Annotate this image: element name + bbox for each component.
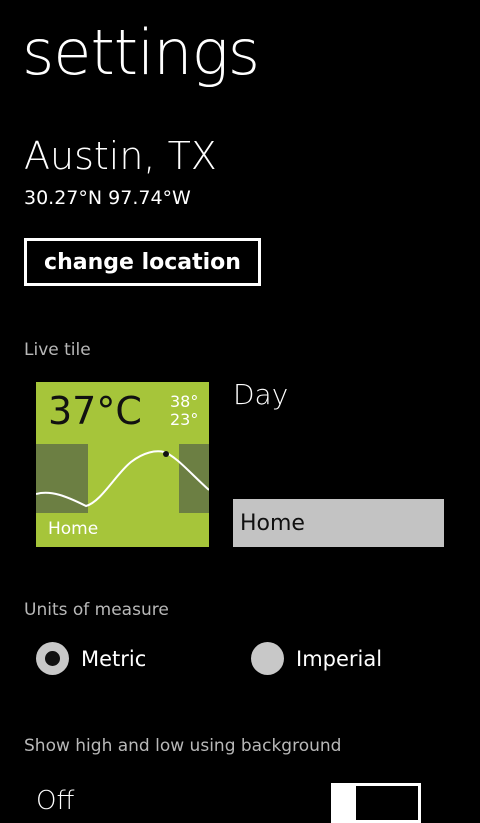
tile-mode-label[interactable]: Day xyxy=(233,381,288,409)
change-location-button[interactable]: change location xyxy=(24,238,261,286)
background-toggle-switch[interactable] xyxy=(331,783,421,823)
imperial-label: Imperial xyxy=(296,646,383,671)
tile-location-name: Home xyxy=(48,519,99,539)
live-tile-preview[interactable]: 37°C 38° 23° Home xyxy=(36,382,209,547)
night-band-right xyxy=(179,444,209,513)
background-section-label: Show high and low using background xyxy=(24,736,342,756)
location-coordinates: 30.27°N 97.74°W xyxy=(24,187,191,209)
page-title: settings xyxy=(22,16,260,89)
current-time-marker xyxy=(163,451,169,457)
imperial-radio[interactable]: Imperial xyxy=(251,642,382,675)
metric-radio[interactable]: Metric xyxy=(36,642,146,675)
live-tile-section-label: Live tile xyxy=(24,340,91,360)
units-section-label: Units of measure xyxy=(24,600,169,620)
toggle-state-label: Off xyxy=(36,786,75,816)
location-city: Austin, TX xyxy=(24,134,217,178)
metric-label: Metric xyxy=(81,646,147,671)
tile-low-temperature: 23° xyxy=(170,410,199,429)
toggle-thumb[interactable] xyxy=(334,783,356,823)
radio-checked-icon[interactable] xyxy=(36,642,69,675)
tile-temperature: 37°C xyxy=(48,389,142,433)
radio-unchecked-icon[interactable] xyxy=(251,642,284,675)
tile-high-temperature: 38° xyxy=(170,392,199,411)
tile-location-input[interactable]: Home xyxy=(233,499,444,547)
